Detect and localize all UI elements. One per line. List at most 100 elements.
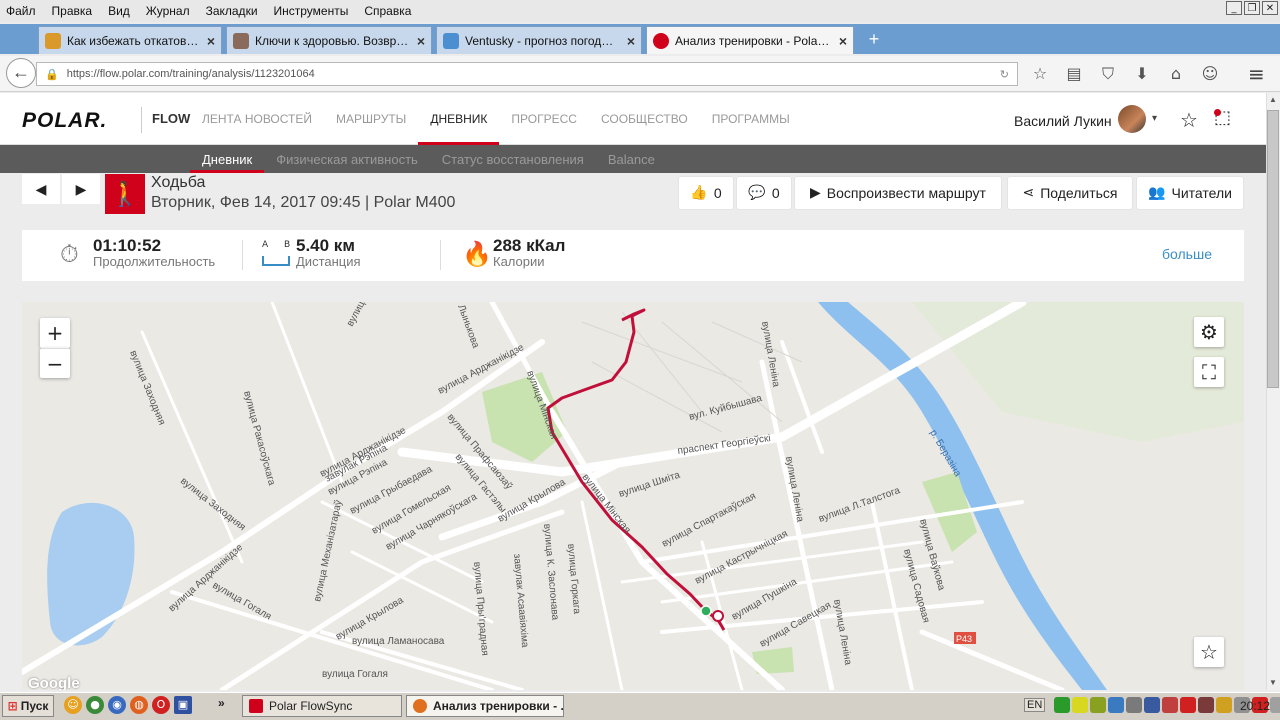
map-favorite-icon[interactable]: ☆ xyxy=(1194,637,1224,667)
tab-close-icon[interactable]: × xyxy=(627,33,635,49)
subnav-recovery[interactable]: Статус восстановления xyxy=(430,145,596,173)
menu-view[interactable]: Вид xyxy=(108,4,130,18)
previous-training-button[interactable]: ◀ xyxy=(22,174,60,204)
subnav-diary[interactable]: Дневник xyxy=(190,145,265,173)
pocket-icon[interactable]: ⛉ xyxy=(1098,64,1118,84)
next-training-button[interactable]: ▶ xyxy=(62,174,100,204)
subnav-activity[interactable]: Физическая активность xyxy=(264,145,430,173)
save-icon[interactable]: ▣ xyxy=(174,696,192,714)
site-header: POLAR. FLOW ЛЕНТА НОВОСТЕЙ МАРШРУТЫ ДНЕВ… xyxy=(0,93,1266,145)
tray-icon[interactable] xyxy=(1090,697,1106,713)
url-bar[interactable]: 🔒 https://flow.polar.com/training/analys… xyxy=(36,62,1018,86)
replay-route-button[interactable]: ▶ Воспроизвести маршрут xyxy=(795,177,1001,209)
polar-logo[interactable]: POLAR. xyxy=(22,109,107,133)
nav-routes[interactable]: МАРШРУТЫ xyxy=(324,93,418,145)
menu-tools[interactable]: Инструменты xyxy=(274,4,349,18)
map-label: вулица К. Заслонава xyxy=(541,523,560,621)
reload-icon[interactable]: ↻ xyxy=(1000,68,1009,81)
browser-tab[interactable]: Ключи к здоровью. Возвра... × xyxy=(226,26,432,54)
share-button[interactable]: ⋖ Поделиться xyxy=(1008,177,1132,209)
tray-icon[interactable] xyxy=(1126,697,1142,713)
firefox-icon[interactable]: ◍ xyxy=(130,696,148,714)
tray-icon[interactable] xyxy=(1072,697,1088,713)
url-text[interactable]: https://flow.polar.com/training/analysis… xyxy=(67,68,315,80)
clock[interactable]: 20:12 xyxy=(1240,699,1270,713)
home-icon[interactable]: ⌂ xyxy=(1166,64,1186,84)
map-label: P43 xyxy=(956,634,972,644)
taskbar-item-active[interactable]: Анализ тренировки - ... xyxy=(406,695,564,717)
training-summary: ⏱ 01:10:52 Продолжительность A B 5.40 км… xyxy=(22,230,1244,281)
start-button[interactable]: ⊞ Пуск xyxy=(2,695,54,717)
route-map[interactable]: вулица Ульянаўская вулица Мінская Лынько… xyxy=(22,302,1244,690)
tray-icon[interactable] xyxy=(1180,697,1196,713)
minimize-button[interactable]: _ xyxy=(1226,1,1242,15)
download-icon[interactable]: ⬇ xyxy=(1132,64,1152,84)
calories-stat: 288 кКал Калории xyxy=(493,236,565,269)
toolbar-icons: ☆ ▤ ⛉ ⬇ ⌂ ☺ xyxy=(1030,64,1220,84)
user-name[interactable]: Василий Лукин xyxy=(1014,113,1112,129)
quick-launch-icon[interactable]: ◉ xyxy=(108,696,126,714)
chevron-down-icon[interactable]: ▾ xyxy=(1152,113,1157,124)
menu-history[interactable]: Журнал xyxy=(146,4,190,18)
map-label: вулица Шміта xyxy=(618,470,682,500)
tray-icon[interactable] xyxy=(1054,697,1070,713)
bookmark-star-icon[interactable]: ☆ xyxy=(1030,64,1050,84)
menu-help[interactable]: Справка xyxy=(364,4,411,18)
chrome-icon[interactable]: ● xyxy=(86,696,104,714)
opera-icon[interactable]: O xyxy=(152,696,170,714)
avatar[interactable] xyxy=(1118,105,1146,133)
tray-icon[interactable] xyxy=(1198,697,1214,713)
distance-stat: 5.40 км Дистанция xyxy=(296,236,361,269)
menu-file[interactable]: Файл xyxy=(6,4,36,18)
more-link[interactable]: больше xyxy=(1162,246,1212,262)
nav-programs[interactable]: ПРОГРАММЫ xyxy=(700,93,802,145)
menu-bookmarks[interactable]: Закладки xyxy=(206,4,258,18)
tab-favicon-icon xyxy=(45,32,61,49)
zoom-in-button[interactable]: + xyxy=(40,318,70,348)
tab-close-icon[interactable]: × xyxy=(839,33,847,49)
readers-icon: 👥 xyxy=(1148,185,1166,201)
reader-list-icon[interactable]: ▤ xyxy=(1064,64,1084,84)
taskbar-item[interactable]: Polar FlowSync xyxy=(242,695,402,717)
language-indicator[interactable]: EN xyxy=(1024,698,1046,712)
readers-button[interactable]: 👥 Читатели xyxy=(1137,177,1243,209)
zoom-out-button[interactable]: − xyxy=(40,348,70,378)
tab-close-icon[interactable]: × xyxy=(207,33,215,49)
chat-icon[interactable]: ☺ xyxy=(1200,64,1220,84)
fullscreen-icon[interactable]: ⛶ xyxy=(1194,357,1224,387)
map-label: вул. Куйбышава xyxy=(688,392,764,423)
nav-diary[interactable]: ДНЕВНИК xyxy=(418,93,500,145)
back-button[interactable]: ← xyxy=(6,58,36,88)
browser-tab[interactable]: Как избежать откатов в зр... × xyxy=(38,26,222,54)
tray-icon[interactable] xyxy=(1144,697,1160,713)
new-tab-button[interactable]: + xyxy=(862,28,886,50)
quick-launch-icon[interactable]: ☺ xyxy=(64,696,82,714)
close-window-button[interactable]: ✕ xyxy=(1262,1,1278,15)
restore-button[interactable]: ❐ xyxy=(1244,1,1260,15)
comment-button[interactable]: 💬 0 xyxy=(737,177,791,209)
nav-feed[interactable]: ЛЕНТА НОВОСТЕЙ xyxy=(190,93,324,145)
browser-tab[interactable]: Ventusky - прогноз погоды ... × xyxy=(436,26,642,54)
nav-progress[interactable]: ПРОГРЕСС xyxy=(499,93,589,145)
scrollbar-thumb[interactable] xyxy=(1267,110,1279,388)
map-settings-icon[interactable]: ⚙ xyxy=(1194,317,1224,347)
tray-icon[interactable] xyxy=(1162,697,1178,713)
hamburger-menu-icon[interactable]: ≡ xyxy=(1248,62,1265,86)
scroll-up-button[interactable]: ▲ xyxy=(1266,93,1280,107)
tab-favicon-icon xyxy=(233,32,249,49)
tray-icon[interactable] xyxy=(1216,697,1232,713)
browser-tab-active[interactable]: Анализ тренировки - Polar F... × xyxy=(646,26,854,54)
map-label: вулица Пры'градная xyxy=(471,561,490,656)
tab-favicon-icon xyxy=(443,32,459,49)
like-button[interactable]: 👍 0 xyxy=(679,177,733,209)
menu-edit[interactable]: Правка xyxy=(52,4,93,18)
tray-icon[interactable] xyxy=(1270,697,1280,713)
quick-launch-chevron[interactable]: » xyxy=(218,696,225,710)
tab-close-icon[interactable]: × xyxy=(417,33,425,49)
nav-community[interactable]: СООБЩЕСТВО xyxy=(589,93,700,145)
tray-icon[interactable] xyxy=(1108,697,1124,713)
favorites-star-icon[interactable]: ☆ xyxy=(1180,108,1198,132)
subnav-balance[interactable]: Balance xyxy=(596,145,667,173)
scroll-down-button[interactable]: ▼ xyxy=(1266,676,1280,690)
play-icon: ▶ xyxy=(810,185,821,201)
